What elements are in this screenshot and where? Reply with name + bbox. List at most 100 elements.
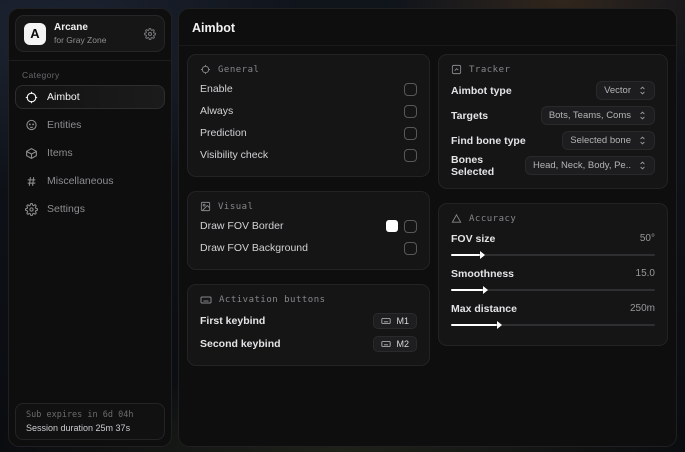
activation-card-header: Activation buttons: [200, 294, 417, 306]
setting-row-draw-fov-background: Draw FOV Background: [200, 237, 417, 259]
keyboard-icon: [381, 316, 392, 326]
aimbot-type-dropdown[interactable]: Vector: [596, 81, 655, 100]
targets-dropdown[interactable]: Bots, Teams, Coms: [540, 106, 655, 125]
visibility-check-checkbox[interactable]: [404, 148, 417, 162]
first-keybind-button[interactable]: M1: [373, 312, 417, 329]
crosshair-icon: [25, 91, 38, 104]
category-label: Category: [22, 70, 60, 81]
main-header: Aimbot: [179, 9, 676, 46]
sidebar-item-aimbot[interactable]: Aimbot: [15, 85, 165, 110]
setting-row-enable: Enable: [200, 78, 417, 100]
find-bone-type-dropdown[interactable]: Selected bone: [562, 131, 655, 150]
sidebar-divider: [9, 60, 171, 62]
slider-fill[interactable]: [451, 289, 483, 291]
chevrons-up-down-icon: [638, 161, 647, 170]
sidebar-item-label: Items: [47, 147, 73, 160]
accuracy-card: Accuracy FOV size 50° Smoothness 15.0 Ma…: [438, 203, 668, 346]
row-label: Find bone type: [451, 134, 526, 147]
brand-subtitle: for Gray Zone: [54, 34, 107, 45]
max-distance-value: 250m: [629, 303, 655, 314]
tracker-card-header: Tracker: [451, 64, 655, 75]
setting-row-visibility-check: Visibility check: [200, 144, 417, 166]
main-panel: Aimbot General Enable Always Prediction …: [178, 8, 677, 447]
max-distance-setting: Max distance 250m: [451, 300, 655, 326]
setting-row-second-keybind: Second keybind M2: [200, 332, 417, 355]
left-column: General Enable Always Prediction Visibil…: [187, 54, 430, 366]
package-icon: [25, 147, 38, 160]
setting-row-always: Always: [200, 100, 417, 122]
gear-icon[interactable]: [144, 27, 156, 40]
max-distance-slider[interactable]: [451, 324, 655, 326]
row-label: Aimbot type: [451, 84, 512, 97]
sidebar: A Arcane for Gray Zone Category Aimbot E…: [8, 8, 172, 447]
chevrons-up-down-icon: [638, 111, 647, 120]
triangle-icon: [451, 213, 462, 224]
row-label: Prediction: [200, 127, 247, 139]
draw-fov-background-checkbox[interactable]: [404, 241, 417, 255]
slider-fill[interactable]: [451, 254, 480, 256]
dropdown-value: Vector: [604, 85, 631, 96]
misc-icon: [25, 175, 38, 188]
sidebar-item-entities[interactable]: Entities: [15, 113, 165, 137]
smoothness-setting: Smoothness 15.0: [451, 265, 655, 291]
tracker-card: Tracker Aimbot type Vector Targets Bots,…: [438, 54, 668, 189]
sidebar-item-label: Settings: [47, 203, 85, 216]
card-header-label: General: [218, 64, 260, 75]
sidebar-item-label: Aimbot: [47, 91, 80, 104]
card-header-label: Accuracy: [469, 213, 517, 224]
setting-row-draw-fov-border: Draw FOV Border: [200, 215, 417, 237]
row-label: First keybind: [200, 314, 266, 327]
session-duration-text: Session duration 25m 37s: [26, 423, 131, 433]
draw-fov-border-checkbox[interactable]: [404, 219, 417, 233]
gear-icon: [25, 202, 38, 216]
sidebar-item-settings[interactable]: Settings: [15, 197, 165, 221]
fov-size-slider[interactable]: [451, 254, 655, 256]
always-checkbox[interactable]: [404, 104, 417, 118]
keyboard-icon: [200, 294, 212, 306]
card-header-label: Activation buttons: [219, 295, 326, 305]
dropdown-value: Selected bone: [570, 135, 631, 146]
sidebar-item-items[interactable]: Items: [15, 141, 165, 165]
page-title: Aimbot: [192, 21, 236, 35]
prediction-checkbox[interactable]: [404, 126, 417, 140]
slider-fill[interactable]: [451, 324, 497, 326]
chevrons-up-down-icon: [638, 86, 647, 95]
keyboard-icon: [381, 339, 392, 349]
enable-checkbox[interactable]: [404, 82, 417, 96]
setting-row-prediction: Prediction: [200, 122, 417, 144]
sidebar-item-miscellaneous[interactable]: Miscellaneous: [15, 169, 165, 193]
crosshair-icon: [200, 64, 211, 75]
row-label: Visibility check: [200, 149, 269, 161]
sidebar-nav: Aimbot Entities Items Miscellaneous Sett…: [9, 85, 171, 221]
setting-row-targets: Targets Bots, Teams, Coms: [451, 103, 655, 128]
right-column: Tracker Aimbot type Vector Targets Bots,…: [438, 54, 668, 346]
content: General Enable Always Prediction Visibil…: [179, 46, 676, 374]
entities-icon: [25, 119, 38, 132]
keybind-value: M1: [396, 315, 409, 326]
row-label: Smoothness: [451, 267, 515, 280]
fov-border-color-swatch[interactable]: [386, 220, 398, 232]
activation-card: Activation buttons First keybind M1 Seco…: [187, 284, 430, 366]
bones-selected-dropdown[interactable]: Head, Neck, Body, Pe..: [524, 156, 655, 175]
setting-row-first-keybind: First keybind M1: [200, 309, 417, 332]
dropdown-value: Head, Neck, Body, Pe..: [532, 160, 631, 171]
brand-name: Arcane: [54, 22, 88, 33]
subscription-info: Sub expires in 6d 04h Session duration 2…: [15, 403, 165, 440]
smoothness-slider[interactable]: [451, 289, 655, 291]
row-label: FOV size: [451, 232, 496, 245]
row-label: Enable: [200, 83, 233, 95]
row-label: Bones Selected: [451, 153, 495, 178]
visual-card-header: Visual: [200, 201, 417, 212]
row-label: Max distance: [451, 302, 517, 315]
image-icon: [200, 201, 211, 212]
card-header-label: Tracker: [469, 64, 511, 75]
row-label: Always: [200, 105, 234, 117]
row-label: Targets: [451, 109, 489, 122]
row-label: Second keybind: [200, 337, 281, 350]
setting-row-find-bone-type: Find bone type Selected bone: [451, 128, 655, 153]
fov-size-setting: FOV size 50°: [451, 230, 655, 256]
card-header-label: Visual: [218, 201, 254, 212]
dropdown-value: Bots, Teams, Coms: [548, 110, 631, 121]
row-label: Draw FOV Background: [200, 242, 308, 254]
second-keybind-button[interactable]: M2: [373, 335, 417, 352]
